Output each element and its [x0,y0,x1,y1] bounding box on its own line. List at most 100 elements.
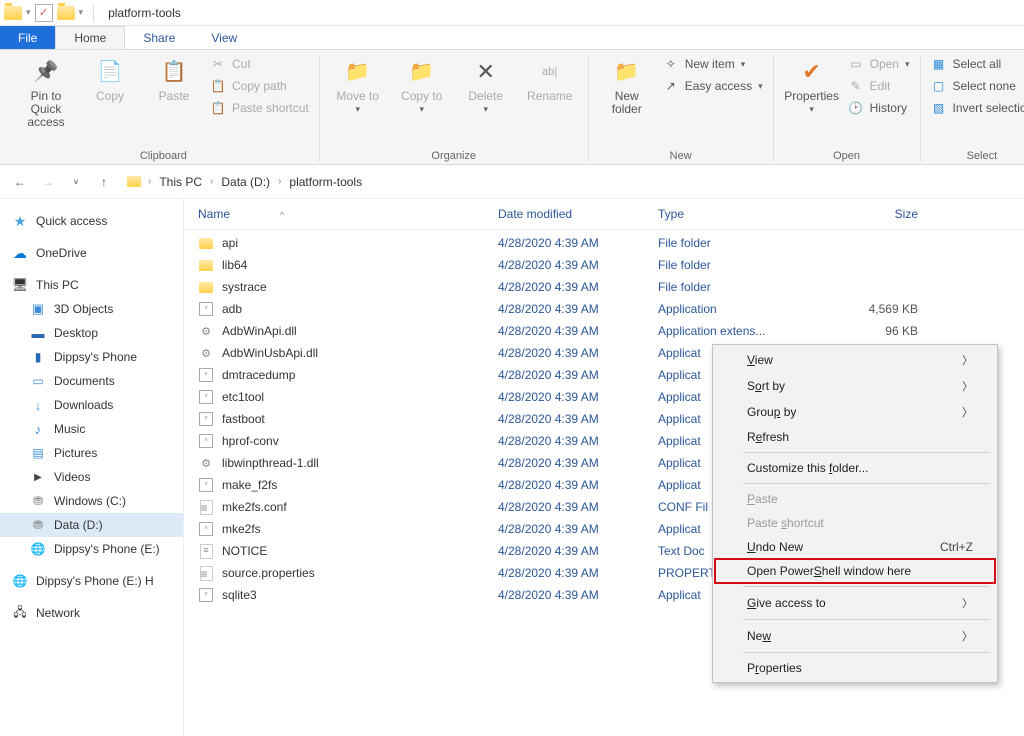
ctx-customize-folder[interactable]: Customize this folder... [715,456,995,480]
col-header-size[interactable]: Size [818,207,918,221]
table-row[interactable]: lib644/28/2020 4:39 AMFile folder [184,254,1024,276]
ribbon-group-clipboard: Pin to Quick access Copy Paste ✂Cut 📋Cop… [8,56,320,162]
file-date: 4/28/2020 4:39 AM [498,368,658,382]
up-button[interactable]: ↑ [94,172,114,192]
chevron-right-icon[interactable]: › [278,176,281,187]
file-name: mke2fs.conf [222,500,287,514]
recent-locations-button[interactable]: ˅ [66,172,86,192]
sidebar-item-windows-c[interactable]: Windows (C:) [0,489,183,513]
ribbon-tabs: File Home Share View [0,26,1024,50]
copy-button[interactable]: Copy [82,56,138,103]
sidebar-onedrive[interactable]: OneDrive [0,241,183,265]
onedrive-icon [12,245,28,261]
col-header-name[interactable]: Name^ [198,207,498,221]
ctx-give-access-to[interactable]: Give access to〉 [715,590,995,616]
ctx-undo[interactable]: Undo NewCtrl+Z [715,535,995,559]
ctx-open-powershell[interactable]: Open PowerShell window here [715,559,995,583]
sidebar-item-3d-objects[interactable]: 3D Objects [0,297,183,321]
sidebar-quick-access[interactable]: Quick access [0,209,183,233]
delete-button[interactable]: Delete▾ [458,56,514,115]
tab-share[interactable]: Share [125,26,193,49]
chevron-right-icon[interactable]: › [210,176,213,187]
sidebar-item-downloads[interactable]: Downloads [0,393,183,417]
paste-button[interactable]: Paste [146,56,202,103]
desktop-icon [30,325,46,341]
sidebar-dippsys-phone-e-h[interactable]: Dippsy's Phone (E:) H [0,569,183,593]
col-header-date[interactable]: Date modified [498,207,658,221]
history-button[interactable]: 🕑History [848,100,910,116]
qat-more-icon[interactable]: ▾ [79,7,84,18]
navbar: ← → ˅ ↑ › This PC › Data (D:) › platform… [0,165,1024,199]
sidebar-item-desktop[interactable]: Desktop [0,321,183,345]
disk-icon [30,517,46,533]
sidebar-item-videos[interactable]: Videos [0,465,183,489]
properties-button[interactable]: Properties▾ [784,56,840,115]
table-row[interactable]: AdbWinApi.dll4/28/2020 4:39 AMApplicatio… [184,320,1024,342]
tab-file[interactable]: File [0,26,55,49]
easy-access-button[interactable]: ↗Easy access ▾ [663,78,763,94]
dll-icon [198,323,214,339]
breadcrumb-drive[interactable]: Data (D:) [219,175,272,189]
table-row[interactable]: api4/28/2020 4:39 AMFile folder [184,232,1024,254]
sidebar-network[interactable]: Network [0,601,183,625]
paste-icon [158,56,190,88]
ctx-refresh[interactable]: Refresh [715,425,995,449]
folder-icon [198,279,214,295]
qat-dropdown-icon[interactable]: ▾ [26,7,31,18]
paste-shortcut-button[interactable]: 📋Paste shortcut [210,100,309,116]
new-item-button[interactable]: ✧New item ▾ [663,56,763,72]
ctx-properties[interactable]: Properties [715,656,995,680]
ctx-new[interactable]: New〉 [715,623,995,649]
chevron-right-icon: 〉 [962,628,973,644]
documents-icon [30,373,46,389]
cut-button[interactable]: ✂Cut [210,56,309,72]
invert-selection-button[interactable]: ▧Invert selection [931,100,1024,116]
qat-newfolder-icon[interactable] [57,6,75,20]
new-folder-button[interactable]: New folder [599,56,655,116]
chevron-right-icon[interactable]: › [148,176,151,187]
ctx-view[interactable]: View〉 [715,347,995,373]
sidebar-item-dippsys-phone-e[interactable]: Dippsy's Phone (E:) [0,537,183,561]
forward-button[interactable]: → [38,172,58,192]
open-button[interactable]: ▭Open ▾ [848,56,910,72]
ctx-sort-by[interactable]: Sort by〉 [715,373,995,399]
sidebar-this-pc[interactable]: This PC [0,273,183,297]
copy-to-button[interactable]: Copy to▾ [394,56,450,115]
exe-icon [198,411,214,427]
select-all-button[interactable]: ▦Select all [931,56,1024,72]
copy-path-button[interactable]: 📋Copy path [210,78,309,94]
move-to-button[interactable]: Move to▾ [330,56,386,115]
file-list[interactable]: Name^ Date modified Type Size api4/28/20… [184,199,1024,736]
col-header-type[interactable]: Type [658,207,818,221]
sidebar-item-dippsys-phone[interactable]: Dippsy's Phone [0,345,183,369]
exe-icon [198,367,214,383]
breadcrumb-pc[interactable]: This PC [157,175,204,189]
sidebar-item-documents[interactable]: Documents [0,369,183,393]
table-row[interactable]: adb4/28/2020 4:39 AMApplication4,569 KB [184,298,1024,320]
new-folder-icon [611,56,643,88]
ctx-separator [743,619,989,620]
context-menu: View〉 Sort by〉 Group by〉 Refresh Customi… [712,344,998,683]
music-icon [30,421,46,437]
file-type: File folder [658,236,818,250]
pin-to-quick-access-button[interactable]: Pin to Quick access [18,56,74,130]
folder-icon [198,235,214,251]
sidebar-item-pictures[interactable]: Pictures [0,441,183,465]
sidebar-item-data-d[interactable]: Data (D:) [0,513,183,537]
tab-view[interactable]: View [193,26,255,49]
file-name: adb [222,302,242,316]
breadcrumb-folder[interactable]: platform-tools [287,175,364,189]
sidebar-item-music[interactable]: Music [0,417,183,441]
chevron-right-icon: 〉 [962,352,973,368]
tab-home[interactable]: Home [55,26,125,49]
column-headers: Name^ Date modified Type Size [184,199,1024,230]
qat-properties-icon[interactable]: ✓ [35,4,53,22]
rename-button[interactable]: ab|Rename [522,56,578,103]
breadcrumb[interactable]: › This PC › Data (D:) › platform-tools [122,174,364,190]
table-row[interactable]: systrace4/28/2020 4:39 AMFile folder [184,276,1024,298]
ctx-group-by[interactable]: Group by〉 [715,399,995,425]
select-none-button[interactable]: ▢Select none [931,78,1024,94]
file-name: mke2fs [222,522,261,536]
back-button[interactable]: ← [10,172,30,192]
edit-button[interactable]: ✎Edit [848,78,910,94]
